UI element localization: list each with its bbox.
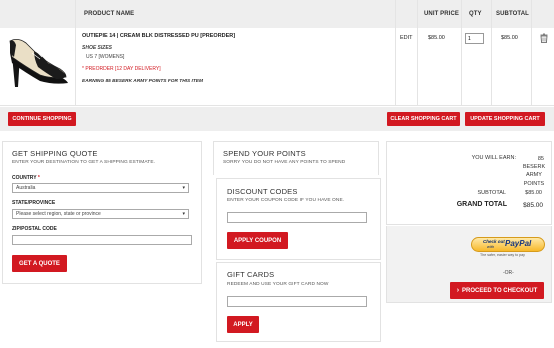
spend-points-desc: SORRY YOU DO NOT HAVE ANY POINTS TO SPEN… [223,160,346,165]
apply-coupon-button[interactable]: APPLY COUPON [227,232,288,249]
subtotal-label: SUBTOTAL [477,190,506,196]
product-option-label: SHOE SIZES [82,45,113,51]
state-select[interactable]: Please select region, state or province … [12,209,189,219]
country-select[interactable]: Australia ▾ [12,183,189,193]
zip-input[interactable] [12,235,192,245]
unit-price: $85.00 [428,35,445,41]
get-quote-button[interactable]: GET A QUOTE [12,255,67,272]
continue-shopping-button[interactable]: CONTINUE SHOPPING [8,112,76,126]
paypal-logo-icon: PayPal [505,239,532,248]
row-subtotal: $85.00 [501,35,518,41]
discount-codes-desc: ENTER YOUR COUPON CODE IF YOU HAVE ONE. [227,198,345,203]
paypal-checkout-button[interactable]: Check out with PayPal The safer, easier … [471,237,545,258]
apply-gift-card-button[interactable]: APPLY [227,316,259,333]
chevron-down-icon: ▾ [182,211,185,217]
proceed-to-checkout-button[interactable]: › PROCEED TO CHECKOUT [450,282,544,299]
spend-points-title: SPEND YOUR POINTS [223,149,306,158]
remove-item-icon[interactable] [539,33,549,43]
grand-total-value: $85.00 [523,202,543,209]
zip-label: ZIP/POSTAL CODE [12,226,57,232]
chevron-right-icon: › [456,287,460,294]
or-divider-text: -OR- [503,270,514,276]
discount-codes-title: DISCOUNT CODES [227,187,298,196]
points-note: EARNING 85 BESERK ARMY POINTS FOR THIS I… [82,79,204,84]
gift-cards-title: GIFT CARDS [227,270,275,279]
shipping-quote-title: GET SHIPPING QUOTE [12,149,98,158]
paypal-tagline: The safer, easier way to pay [480,253,525,257]
column-header-product: PRODUCT NAME [84,11,135,17]
shipping-quote-desc: ENTER YOUR DESTINATION TO GET A SHIPPING… [12,160,156,165]
column-header-subtotal: SUBTOTAL [496,11,529,17]
state-label: STATE/PROVINCE [12,200,56,206]
subtotal-value: $85.00 [525,190,542,196]
preorder-note: * PREORDER [12 DAY DELIVERY] [82,66,161,72]
qty-input[interactable] [465,33,484,44]
product-option-value: US 7 [WOMENS] [86,54,125,60]
gift-card-input[interactable] [227,296,367,307]
proceed-to-checkout-label: PROCEED TO CHECKOUT [462,287,538,294]
product-name[interactable]: OUTIEPIE 14 | CREAM BLK DISTRESSED PU [P… [82,33,235,39]
edit-link[interactable]: EDIT [400,35,413,41]
spend-points-section [213,141,379,175]
chevron-down-icon: ▾ [182,185,185,191]
product-image[interactable] [4,33,72,89]
paypal-with-text: with [487,244,495,249]
grand-total-label: GRAND TOTAL [456,201,507,208]
update-cart-button[interactable]: UPDATE SHOPPING CART [465,112,545,126]
country-label: COUNTRY * [12,175,40,181]
coupon-code-input[interactable] [227,212,367,223]
clear-cart-button[interactable]: CLEAR SHOPPING CART [387,112,460,126]
column-header-qty: QTY [469,11,482,17]
gift-cards-desc: REDEEM AND USE YOUR GIFT CARD NOW [227,282,329,287]
column-header-unit-price: UNIT PRICE [424,11,460,17]
earn-label: YOU WILL EARN: [471,155,516,161]
earn-points-value: 85 BESERK ARMY POINTS [522,156,546,187]
